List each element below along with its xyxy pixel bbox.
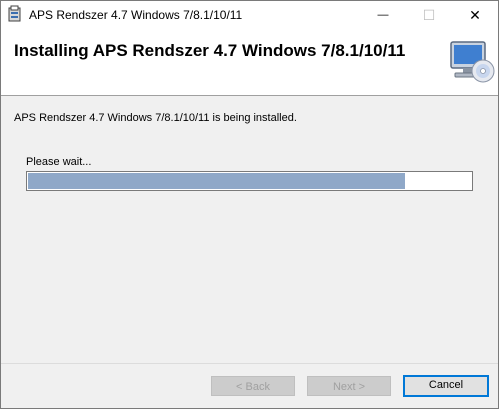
footer-divider [1, 363, 498, 364]
back-button[interactable]: < Back [211, 376, 295, 396]
header-banner: Installing APS Rendszer 4.7 Windows 7/8.… [1, 29, 498, 96]
page-title: Installing APS Rendszer 4.7 Windows 7/8.… [14, 41, 406, 60]
progress-bar [26, 171, 473, 191]
minimize-button[interactable]: — [360, 1, 406, 29]
wait-label: Please wait... [26, 156, 92, 168]
maximize-button: ☐ [406, 1, 452, 29]
close-icon: ✕ [469, 6, 481, 23]
computer-disc-icon [450, 41, 495, 83]
installer-window: APS Rendszer 4.7 Windows 7/8.1/10/11 — ☐… [0, 0, 499, 409]
installer-app-icon [8, 5, 21, 22]
status-text: APS Rendszer 4.7 Windows 7/8.1/10/11 is … [14, 112, 297, 124]
maximize-icon: ☐ [422, 6, 436, 23]
window-title: APS Rendszer 4.7 Windows 7/8.1/10/11 [29, 8, 243, 22]
cancel-button[interactable]: Cancel [403, 375, 489, 397]
minimize-icon: — [377, 9, 389, 21]
next-button[interactable]: Next > [307, 376, 391, 396]
progress-fill [28, 173, 405, 189]
close-button[interactable]: ✕ [452, 1, 498, 29]
title-bar[interactable]: APS Rendszer 4.7 Windows 7/8.1/10/11 — ☐… [1, 1, 498, 29]
